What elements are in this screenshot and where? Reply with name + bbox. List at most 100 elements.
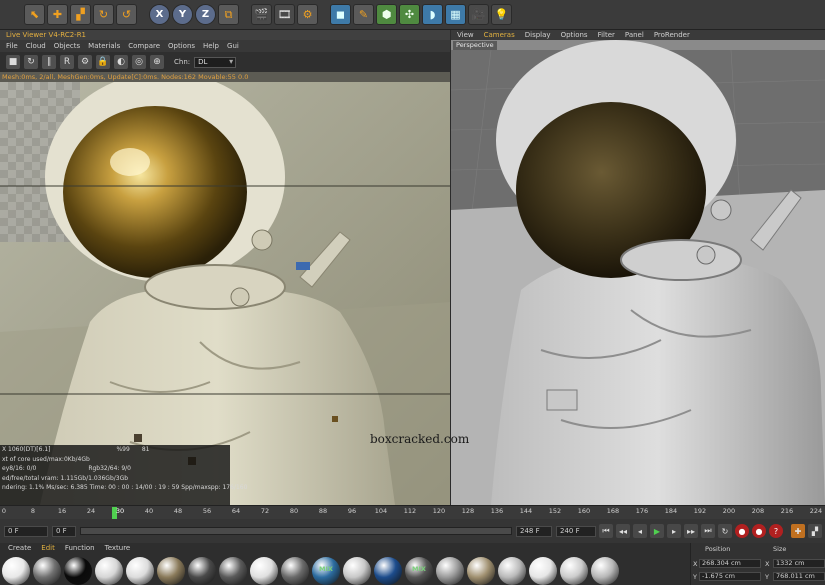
goto-end-icon[interactable]: ⏭ bbox=[701, 524, 715, 538]
scale-key-icon[interactable]: ▞ bbox=[808, 524, 822, 538]
coord-row-x: X 268.304 cm X 1332 cm bbox=[691, 559, 825, 569]
lock-icon[interactable]: 🔒 bbox=[96, 55, 110, 69]
editor-viewport-render[interactable] bbox=[451, 30, 825, 505]
timeline-tick-label: 168 bbox=[606, 507, 620, 515]
live-viewer-menu-options[interactable]: Options bbox=[168, 40, 195, 52]
pause-icon[interactable]: ∥ bbox=[42, 55, 56, 69]
restart-icon[interactable]: ↻ bbox=[24, 55, 38, 69]
timeline-ruler[interactable]: 0 8 16 24 30 40 48 56 64 72 80 88 96 104 112 120 128 136 1… bbox=[0, 505, 825, 519]
x-axis-icon[interactable]: X bbox=[149, 4, 170, 25]
next-frame-icon[interactable]: ▸ bbox=[667, 524, 681, 538]
render-view-icon[interactable]: 🎬 bbox=[251, 4, 272, 25]
material-swatch[interactable] bbox=[126, 557, 154, 585]
material-swatch[interactable] bbox=[498, 557, 526, 585]
prev-frame-icon[interactable]: ◂ bbox=[633, 524, 647, 538]
material-swatch[interactable] bbox=[467, 557, 495, 585]
light-icon[interactable]: 💡 bbox=[491, 4, 512, 25]
array-icon[interactable]: ✣ bbox=[399, 4, 420, 25]
render-settings-icon[interactable]: ⚙ bbox=[297, 4, 318, 25]
goto-start-icon[interactable]: ⏮ bbox=[599, 524, 613, 538]
pen-icon[interactable]: ✎ bbox=[353, 4, 374, 25]
move-key-icon[interactable]: ✚ bbox=[791, 524, 805, 538]
size-y-field[interactable]: 768.011 cm bbox=[773, 572, 825, 581]
clay-icon[interactable]: ◐ bbox=[114, 55, 128, 69]
live-viewer-menu-materials[interactable]: Materials bbox=[88, 40, 120, 52]
playback-bar: 0 F 0 F 248 F 240 F ⏮ ◂◂ ◂ ▶ ▸ ▸▸ ⏭ ↻ ● … bbox=[0, 519, 825, 543]
end-frame-field[interactable]: 240 F bbox=[556, 525, 596, 537]
keyframe-selection-icon[interactable]: ? bbox=[769, 524, 783, 538]
material-swatch[interactable] bbox=[33, 557, 61, 585]
material-swatch[interactable] bbox=[219, 557, 247, 585]
channel-dropdown[interactable]: DL bbox=[194, 56, 237, 68]
record-icon[interactable]: ● bbox=[735, 524, 749, 538]
material-swatch[interactable] bbox=[281, 557, 309, 585]
editor-menu-cameras[interactable]: Cameras bbox=[484, 30, 515, 40]
settings-icon[interactable]: ⚙ bbox=[78, 55, 92, 69]
material-menu-function[interactable]: Function bbox=[65, 543, 95, 554]
select-icon[interactable]: ⬉ bbox=[24, 4, 45, 25]
live-viewer-menu-objects[interactable]: Objects bbox=[54, 40, 80, 52]
material-swatch[interactable] bbox=[2, 557, 30, 585]
y-axis-icon[interactable]: Y bbox=[172, 4, 193, 25]
editor-menu-prorender[interactable]: ProRender bbox=[654, 30, 690, 40]
material-swatch[interactable] bbox=[343, 557, 371, 585]
editor-menu-options[interactable]: Options bbox=[561, 30, 588, 40]
perspective-label[interactable]: Perspective bbox=[453, 41, 497, 50]
frame-range-slider[interactable] bbox=[80, 527, 512, 535]
min-end-frame-field[interactable]: 248 F bbox=[516, 525, 552, 537]
stop-icon[interactable]: ■ bbox=[6, 55, 20, 69]
material-menu-create[interactable]: Create bbox=[8, 543, 31, 554]
floor-icon[interactable]: ▦ bbox=[445, 4, 466, 25]
coordinate-system-icon[interactable]: ⧉ bbox=[218, 4, 239, 25]
live-viewer-menu-help[interactable]: Help bbox=[203, 40, 219, 52]
current-frame-field[interactable]: 0 F bbox=[52, 525, 76, 537]
subdivision-icon[interactable]: ⬢ bbox=[376, 4, 397, 25]
z-axis-icon[interactable]: Z bbox=[195, 4, 216, 25]
stat-rgb-right: Rgb32/64: 9/0 bbox=[88, 465, 131, 472]
cube-icon[interactable]: ◼ bbox=[330, 4, 351, 25]
stat-core: xt of core used/max:0Kb/4Gb bbox=[2, 455, 90, 463]
editor-menu-panel[interactable]: Panel bbox=[625, 30, 644, 40]
size-x-field[interactable]: 1332 cm bbox=[773, 559, 825, 568]
camera-icon[interactable]: 🎥 bbox=[468, 4, 489, 25]
move-icon[interactable]: ✚ bbox=[47, 4, 68, 25]
editor-menu-display[interactable]: Display bbox=[525, 30, 551, 40]
render-picture-icon[interactable]: 🎞 bbox=[274, 4, 295, 25]
editor-menu-filter[interactable]: Filter bbox=[598, 30, 615, 40]
region-icon[interactable]: R bbox=[60, 55, 74, 69]
prev-key-icon[interactable]: ◂◂ bbox=[616, 524, 630, 538]
position-y-field[interactable]: -1.675 cm bbox=[699, 572, 761, 581]
deformer-icon[interactable]: ◗ bbox=[422, 4, 443, 25]
loop-icon[interactable]: ↻ bbox=[718, 524, 732, 538]
material-swatch[interactable] bbox=[591, 557, 619, 585]
material-swatch[interactable] bbox=[529, 557, 557, 585]
live-viewer-menu-file[interactable]: File bbox=[6, 40, 18, 52]
live-viewer-menu-cloud[interactable]: Cloud bbox=[26, 40, 46, 52]
material-swatch[interactable] bbox=[436, 557, 464, 585]
material-menu-texture[interactable]: Texture bbox=[105, 543, 131, 554]
position-x-field[interactable]: 268.304 cm bbox=[699, 559, 761, 568]
material-swatch[interactable] bbox=[64, 557, 92, 585]
material-swatch[interactable] bbox=[157, 557, 185, 585]
autokey-icon[interactable]: ● bbox=[752, 524, 766, 538]
material-swatch[interactable] bbox=[188, 557, 216, 585]
rotate-icon[interactable]: ↻ bbox=[93, 4, 114, 25]
scale-icon[interactable]: ▞ bbox=[70, 4, 91, 25]
material-swatch[interactable]: MIX bbox=[405, 557, 433, 585]
editor-menu-view[interactable]: View bbox=[457, 30, 474, 40]
material-menu-edit[interactable]: Edit bbox=[41, 543, 55, 554]
rotate-alt-icon[interactable]: ↺ bbox=[116, 4, 137, 25]
material-swatch[interactable] bbox=[250, 557, 278, 585]
live-viewer-menu-gui[interactable]: Gui bbox=[227, 40, 239, 52]
pick-icon[interactable]: ◎ bbox=[132, 55, 146, 69]
material-swatch[interactable] bbox=[560, 557, 588, 585]
focus-icon[interactable]: ⊕ bbox=[150, 55, 164, 69]
play-icon[interactable]: ▶ bbox=[650, 524, 664, 538]
live-viewer-menu-compare[interactable]: Compare bbox=[128, 40, 160, 52]
start-frame-field[interactable]: 0 F bbox=[4, 525, 48, 537]
material-swatch[interactable] bbox=[374, 557, 402, 585]
timeline-tick-label: 16 bbox=[57, 507, 67, 515]
material-swatch[interactable]: MIX bbox=[312, 557, 340, 585]
next-key-icon[interactable]: ▸▸ bbox=[684, 524, 698, 538]
material-swatch[interactable] bbox=[95, 557, 123, 585]
